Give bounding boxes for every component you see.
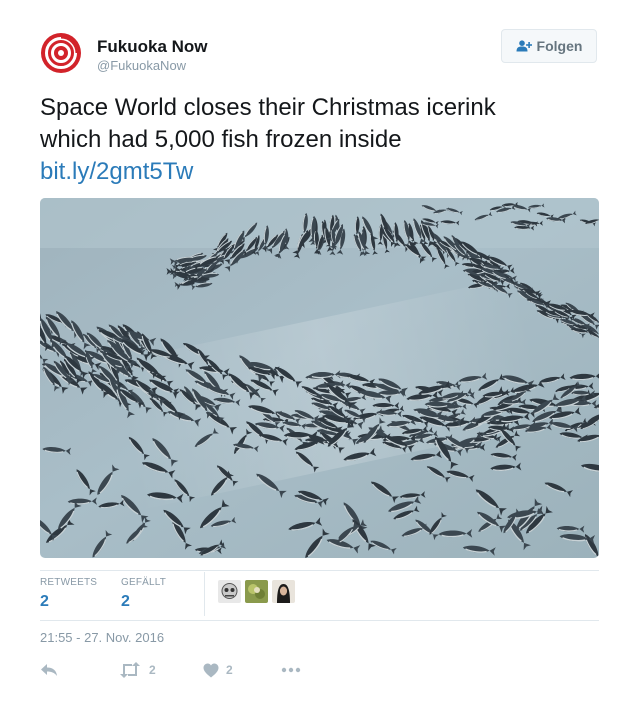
retweet-icon [120, 662, 140, 678]
tweet-text-line: which had 5,000 fish frozen inside [40, 126, 402, 153]
tweet-link[interactable]: bit.ly/2gmt5Tw [40, 156, 193, 188]
fukuoka-now-logo-icon [41, 33, 81, 73]
author-name[interactable]: Fukuoka Now [97, 37, 208, 57]
retweet-count: 2 [149, 663, 156, 677]
heart-icon [203, 663, 219, 677]
author-avatar[interactable] [40, 32, 82, 74]
retweets-label[interactable]: RETWEETS [40, 577, 97, 588]
like-count: 2 [226, 663, 233, 677]
retweets-count[interactable]: 2 [40, 593, 49, 611]
likes-label[interactable]: GEFÄLLT [121, 577, 166, 588]
frozen-fish-icerink-photo [40, 198, 599, 558]
divider [40, 620, 599, 621]
follow-button-label: Folgen [536, 38, 583, 54]
more-dots-icon [281, 667, 301, 673]
divider [40, 570, 599, 571]
tweet-card: Fukuoka Now @FukuokaNow Folgen Space Wor… [0, 0, 636, 711]
like-button[interactable]: 2 [203, 660, 233, 680]
add-user-icon [516, 40, 532, 52]
tweet-text: Space World closes their Christmas iceri… [40, 92, 600, 156]
divider [204, 572, 205, 616]
retweet-button[interactable]: 2 [118, 660, 156, 680]
liker-avatar-2-icon [245, 580, 268, 603]
liker-avatar-2[interactable] [245, 580, 268, 603]
tweet-timestamp[interactable]: 21:55 - 27. Nov. 2016 [40, 630, 164, 645]
liker-avatar-3-icon [272, 580, 295, 603]
liker-avatar-3[interactable] [272, 580, 295, 603]
reply-button[interactable] [40, 660, 58, 680]
liker-avatar-1[interactable] [218, 580, 241, 603]
more-button[interactable] [281, 660, 301, 680]
author-handle[interactable]: @FukuokaNow [97, 58, 186, 74]
likes-count[interactable]: 2 [121, 593, 130, 611]
liker-avatar-1-icon [218, 580, 241, 603]
follow-button[interactable]: Folgen [501, 29, 597, 63]
tweet-text-line: Space World closes their Christmas iceri… [40, 94, 496, 121]
tweet-photo[interactable] [40, 198, 599, 558]
reply-icon [41, 664, 57, 676]
